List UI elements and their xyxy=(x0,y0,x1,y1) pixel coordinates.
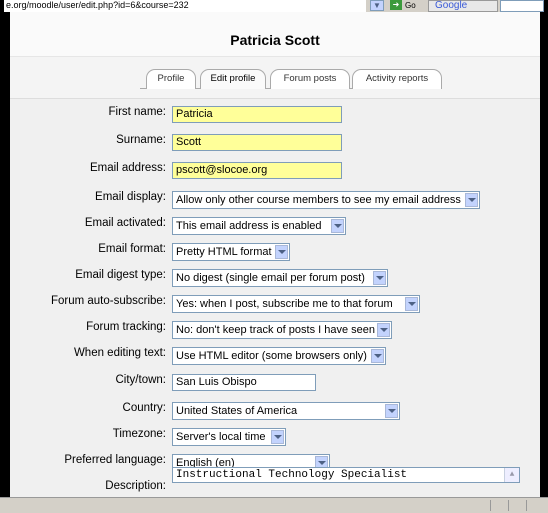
country-value: United States of America xyxy=(176,405,298,417)
chevron-down-icon[interactable] xyxy=(331,219,344,233)
status-pane xyxy=(526,500,541,511)
chevron-down-icon[interactable] xyxy=(271,430,284,444)
first-name-label: First name: xyxy=(108,106,166,118)
city-label: City/town: xyxy=(115,374,167,386)
editing-text-label: When editing text: xyxy=(73,347,166,359)
city-input[interactable]: San Luis Obispo xyxy=(172,374,316,391)
search-provider-logo[interactable]: Google xyxy=(428,0,498,12)
timezone-label: Timezone: xyxy=(112,428,166,440)
email-format-label: Email format: xyxy=(98,243,166,255)
forum-tracking-value: No: don't keep track of posts I have see… xyxy=(176,324,375,336)
search-input[interactable] xyxy=(500,0,544,12)
moodle-page: Patricia Scott Profile Edit profile Foru… xyxy=(10,12,540,512)
browser-window: e.org/moodle/user/edit.php?id=6&course=2… xyxy=(0,0,548,513)
forum-tracking-select[interactable]: No: don't keep track of posts I have see… xyxy=(172,321,392,339)
description-value: Instructional Technology Specialist xyxy=(176,469,408,481)
email-format-select[interactable]: Pretty HTML format xyxy=(172,243,290,261)
email-activated-label: Email activated: xyxy=(84,217,166,229)
surname-input[interactable]: Scott xyxy=(172,134,342,151)
surname-label: Surname: xyxy=(116,134,166,146)
timezone-select[interactable]: Server's local time xyxy=(172,428,286,446)
browser-toolbar: e.org/moodle/user/edit.php?id=6&course=2… xyxy=(4,0,544,12)
email-format-value: Pretty HTML format xyxy=(176,246,272,258)
language-label: Preferred language: xyxy=(64,454,166,466)
email-digest-select[interactable]: No digest (single email per forum post) xyxy=(172,269,388,287)
page-title: Patricia Scott xyxy=(10,12,540,56)
tab-edit-profile[interactable]: Edit profile xyxy=(200,69,266,89)
chevron-down-icon[interactable] xyxy=(371,349,384,363)
chevron-down-icon[interactable] xyxy=(275,245,288,259)
email-label: Email address: xyxy=(89,162,166,174)
country-select[interactable]: United States of America xyxy=(172,402,400,420)
tab-forum-posts[interactable]: Forum posts xyxy=(270,69,350,89)
email-digest-label: Email digest type: xyxy=(75,269,166,281)
forum-autosubscribe-value: Yes: when I post, subscribe me to that f… xyxy=(176,298,393,310)
tab-profile[interactable]: Profile xyxy=(146,69,196,89)
email-display-select[interactable]: Allow only other course members to see m… xyxy=(172,191,480,209)
email-input[interactable]: pscott@slocoe.org xyxy=(172,162,342,179)
email-digest-value: No digest (single email per forum post) xyxy=(176,272,365,284)
chevron-down-icon[interactable] xyxy=(377,323,390,337)
forum-autosubscribe-label: Forum auto-subscribe: xyxy=(50,295,166,307)
editing-text-select[interactable]: Use HTML editor (some browsers only) xyxy=(172,347,386,365)
forum-tracking-label: Forum tracking: xyxy=(86,321,166,333)
browser-status-bar xyxy=(0,497,548,513)
email-display-value: Allow only other course members to see m… xyxy=(176,194,461,206)
chevron-down-icon[interactable] xyxy=(385,404,398,418)
edit-profile-form: First name: Patricia Surname: Scott Emai… xyxy=(10,99,540,512)
timezone-value: Server's local time xyxy=(176,431,266,443)
address-bar[interactable]: e.org/moodle/user/edit.php?id=6&course=2… xyxy=(4,0,366,12)
tab-bar: Profile Edit profile Forum posts Activit… xyxy=(10,56,540,99)
editing-text-value: Use HTML editor (some browsers only) xyxy=(176,350,367,362)
status-pane xyxy=(490,500,505,511)
chevron-down-icon[interactable] xyxy=(405,297,418,311)
description-label: Description: xyxy=(105,480,166,492)
description-textarea[interactable]: Instructional Technology Specialist ▲ xyxy=(172,467,520,483)
chevron-down-icon[interactable] xyxy=(465,193,478,207)
country-label: Country: xyxy=(122,402,166,414)
email-display-label: Email display: xyxy=(95,191,166,203)
go-label: Go xyxy=(405,1,416,10)
address-dropdown-icon[interactable]: ▼ xyxy=(370,0,384,11)
chevron-down-icon[interactable] xyxy=(373,271,386,285)
go-arrow-icon: ➜ xyxy=(390,0,402,10)
status-pane xyxy=(508,500,523,511)
forum-autosubscribe-select[interactable]: Yes: when I post, subscribe me to that f… xyxy=(172,295,420,313)
go-button[interactable]: ➜ Go xyxy=(390,0,424,12)
tab-activity-reports[interactable]: Activity reports xyxy=(352,69,442,89)
email-activated-select[interactable]: This email address is enabled xyxy=(172,217,346,235)
scroll-up-icon[interactable]: ▲ xyxy=(504,468,519,482)
first-name-input[interactable]: Patricia xyxy=(172,106,342,123)
email-activated-value: This email address is enabled xyxy=(176,220,322,232)
